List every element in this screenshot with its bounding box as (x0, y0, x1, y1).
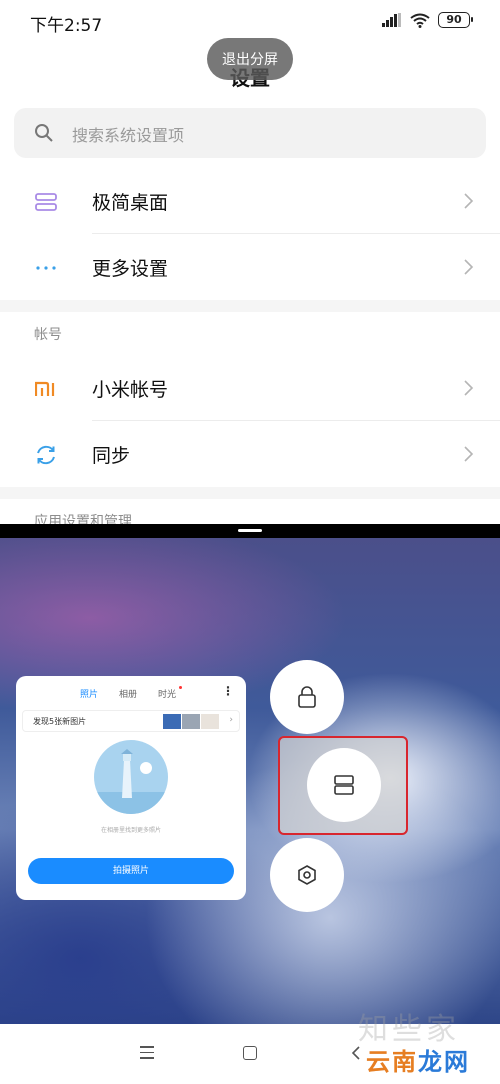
chevron-right-icon (464, 193, 474, 209)
battery-indicator: 90 (438, 12, 473, 28)
status-icons: 90 (382, 12, 473, 28)
chevron-right-icon (464, 259, 474, 275)
settings-item-label: 更多设置 (92, 258, 169, 280)
status-time: 下午2:57 (30, 16, 103, 36)
empty-caption: 在相册里找到更多照片 (100, 827, 161, 834)
banner-text: 发现5张新图片 (33, 717, 87, 726)
watermark-logo-b: 龙网 (418, 1048, 470, 1076)
status-bar: 下午2:57 90 (0, 0, 500, 40)
recent-app-card-gallery[interactable]: 照片 相册 时光 ⋮ 发现5张新图片 › 在相册里找到更多照片 拍摄照片 (16, 676, 246, 900)
tab-photos: 照片 (80, 690, 99, 700)
watermark-logo: 云南龙网 (366, 1042, 470, 1077)
settings-item-mi-account[interactable]: 小米帐号 (0, 355, 500, 421)
mi-logo-icon (34, 377, 58, 401)
lock-app-button[interactable] (270, 660, 344, 734)
more-vert-icon: ⋮ (222, 684, 234, 698)
search-placeholder: 搜索系统设置项 (72, 126, 185, 145)
home-icon[interactable] (243, 1046, 257, 1060)
split-handle[interactable] (238, 529, 262, 532)
section-header-account: 帐号 (34, 327, 62, 343)
tab-albums: 相册 (119, 690, 138, 700)
new-photos-banner: 发现5张新图片 › (22, 710, 240, 732)
search-bar[interactable]: 搜索系统设置项 (14, 108, 486, 158)
new-dot (179, 686, 182, 689)
search-icon (35, 124, 53, 142)
exit-split-button[interactable]: 退出分屏 (207, 38, 293, 80)
settings-item-label: 同步 (92, 445, 131, 467)
split-screen-icon (334, 775, 354, 795)
settings-item-label: 小米帐号 (92, 379, 169, 401)
settings-hexagon-icon (298, 865, 316, 885)
recents-pane: 照片 相册 时光 ⋮ 发现5张新图片 › 在相册里找到更多照片 拍摄照片 (0, 538, 500, 1024)
chevron-right-icon (464, 380, 474, 396)
lighthouse-illustration (94, 740, 168, 814)
settings-pane: 下午2:57 90 设置 退出分屏 搜索系统设置项 (0, 0, 500, 524)
section-separator (0, 487, 500, 499)
settings-item-sync[interactable]: 同步 (0, 421, 500, 487)
menu-icon[interactable] (140, 1046, 154, 1060)
split-divider[interactable] (0, 524, 500, 538)
watermark-logo-a: 云南 (366, 1048, 418, 1076)
settings-item-label: 极简桌面 (92, 192, 169, 214)
photo-thumbnails (163, 714, 219, 729)
section-header-apps: 应用设置和管理 (34, 514, 132, 524)
signal-icon (382, 13, 401, 27)
wifi-icon (410, 13, 430, 28)
sync-icon (34, 443, 58, 467)
more-dots-icon (34, 256, 58, 280)
app-info-button[interactable] (270, 838, 344, 912)
tab-moments: 时光 (158, 690, 177, 700)
settings-item-minimal-desktop[interactable]: 极简桌面 (0, 168, 500, 234)
section-separator (0, 300, 500, 312)
lock-icon (298, 686, 316, 708)
minimal-desktop-icon (34, 190, 58, 214)
chevron-right-icon: › (229, 715, 233, 725)
split-screen-button[interactable] (307, 748, 381, 822)
take-photo-button: 拍摄照片 (28, 858, 234, 884)
chevron-right-icon (464, 446, 474, 462)
settings-item-more-settings[interactable]: 更多设置 (0, 234, 500, 300)
gallery-tabs: 照片 相册 时光 ⋮ (16, 684, 246, 704)
